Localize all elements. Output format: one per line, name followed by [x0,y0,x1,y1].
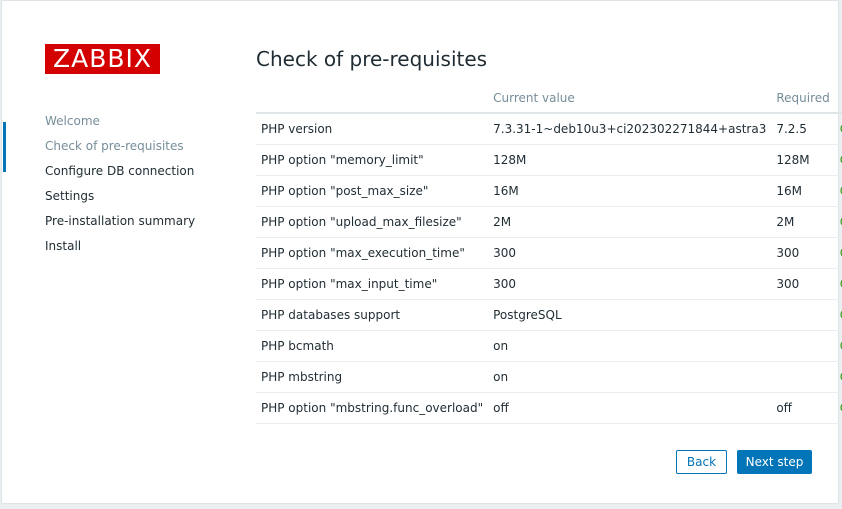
required-value [771,299,835,331]
column-header-current-value: Current value [488,83,772,114]
requirement-name: PHP databases support [256,299,489,331]
status-ok: OK [834,113,842,145]
step-install: Install [45,239,82,253]
current-value: 7.3.31-1~deb10u3+ci202302271844+astra3 [488,113,772,145]
current-value: 2M [488,206,772,238]
status-ok: OK [834,175,842,207]
required-value [771,361,835,393]
requirement-name: PHP bcmath [256,330,489,362]
table-row: PHP databases support PostgreSQL OK [256,299,842,331]
status-ok: OK [834,144,842,176]
status-ok: OK [834,237,842,269]
status-ok: OK [834,392,842,424]
required-value: 16M [771,175,835,207]
column-header-required: Required [771,83,835,114]
table-header-row: Current value Required [256,83,842,114]
status-ok: OK [834,268,842,300]
next-step-button[interactable]: Next step [737,450,812,474]
step-welcome: Welcome [45,114,100,128]
table-row: PHP version 7.3.31-1~deb10u3+ci202302271… [256,113,842,145]
back-button[interactable]: Back [676,450,727,474]
table-row: PHP option "mbstring.func_overload" off … [256,392,842,424]
table-row: PHP bcmath on OK [256,330,842,362]
requirement-name: PHP option "max_input_time" [256,268,489,300]
table-row: PHP option "max_execution_time" 300 300 … [256,237,842,269]
current-value: on [488,330,772,362]
requirement-name: PHP option "upload_max_filesize" [256,206,489,238]
status-ok: OK [834,206,842,238]
step-check-prerequisites: Check of pre-requisites [2,122,232,172]
current-value: 300 [488,237,772,269]
step-pre-installation-summary: Pre-installation summary [45,214,196,228]
required-value: 7.2.5 [771,113,835,145]
step-settings: Settings [45,189,95,203]
column-header-name [256,83,489,114]
required-value: 2M [771,206,835,238]
requirement-name: PHP mbstring [256,361,489,393]
table-row: PHP option "memory_limit" 128M 128M OK [256,144,842,176]
setup-card: ZABBIX Welcome Check of pre-requisites C… [1,0,842,504]
prerequisites-table: Current value Required PHP version 7.3.3… [256,83,842,424]
requirement-name: PHP option "mbstring.func_overload" [256,392,489,424]
current-value: PostgreSQL [488,299,772,331]
required-value: off [771,392,835,424]
current-value: 16M [488,175,772,207]
page-title: Check of pre-requisites [256,47,488,71]
status-ok: OK [834,330,842,362]
current-value: 128M [488,144,772,176]
required-value: 128M [771,144,835,176]
required-value: 300 [771,237,835,269]
table-row: PHP option "post_max_size" 16M 16M OK [256,175,842,207]
required-value [771,330,835,362]
status-ok: OK [834,299,842,331]
step-configure-db: Configure DB connection [45,164,195,178]
zabbix-logo: ZABBIX [45,44,160,74]
current-value: 300 [488,268,772,300]
requirement-name: PHP option "post_max_size" [256,175,489,207]
requirement-name: PHP option "memory_limit" [256,144,489,176]
current-value: on [488,361,772,393]
requirement-name: PHP option "max_execution_time" [256,237,489,269]
status-ok: OK [834,361,842,393]
required-value: 300 [771,268,835,300]
current-value: off [488,392,772,424]
column-header-status [834,83,842,114]
table-row: PHP option "upload_max_filesize" 2M 2M O… [256,206,842,238]
table-row: PHP mbstring on OK [256,361,842,393]
requirement-name: PHP version [256,113,489,145]
table-row: PHP option "max_input_time" 300 300 OK [256,268,842,300]
setup-steps-nav: Welcome Check of pre-requisites Configur… [2,109,232,259]
